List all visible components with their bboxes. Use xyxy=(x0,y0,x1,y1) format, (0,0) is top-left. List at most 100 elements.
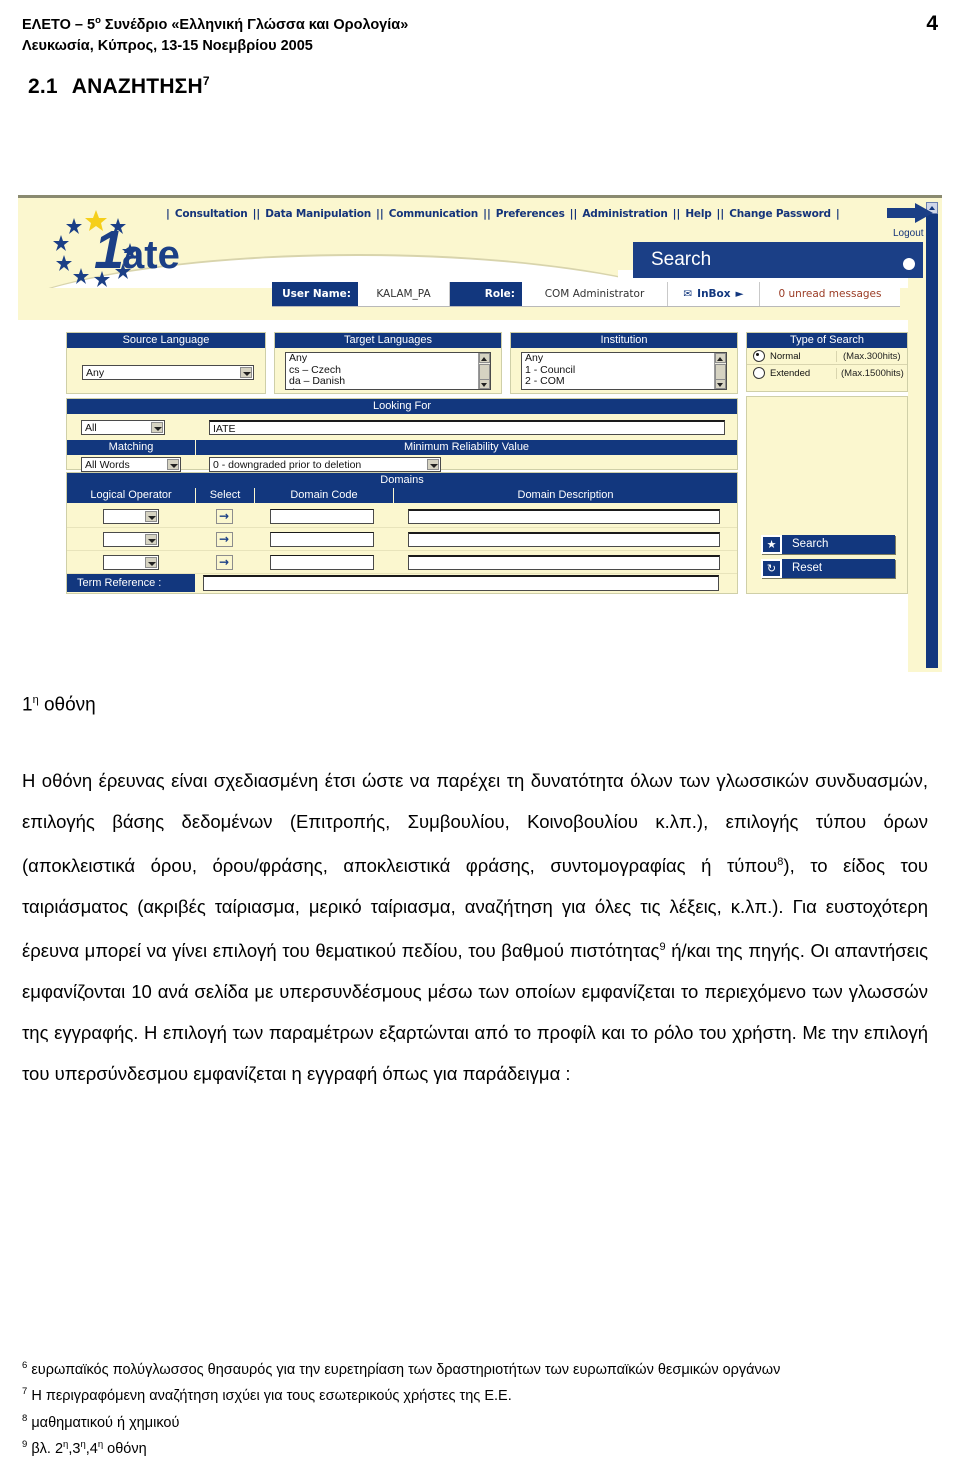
listbox-scrollbar[interactable] xyxy=(478,353,490,389)
domain-operator-select[interactable] xyxy=(103,508,159,524)
chevron-down-icon[interactable] xyxy=(145,510,157,522)
domain-code-input[interactable] xyxy=(270,508,374,524)
footnote-text-6: ευρωπαϊκός πολύγλωσσος θησαυρός για την … xyxy=(31,1361,781,1378)
domain-description-input[interactable] xyxy=(408,508,720,524)
iate-search-screen-screenshot: 1 ate | Consultation | | Data Manipulati… xyxy=(18,195,942,672)
domains-col-select: Select xyxy=(196,488,255,503)
action-panel: ★ Search ↻ Reset xyxy=(746,396,908,594)
matching-select[interactable]: All Words xyxy=(81,457,181,472)
search-type-extended-label: Extended xyxy=(770,367,811,379)
arrow-right-icon[interactable]: → xyxy=(215,508,233,524)
page-title: Search xyxy=(651,249,712,270)
domain-code-input[interactable] xyxy=(270,531,374,547)
institution-panel: Institution Any 1 - Council 2 - COM 3 - … xyxy=(510,332,738,394)
looking-for-scope-select[interactable]: All xyxy=(81,420,165,435)
domain-description-cell xyxy=(391,554,737,570)
footnote-7: 7 Η περιγραφόμενη αναζήτηση ισχύει για τ… xyxy=(22,1381,928,1407)
header-line-1: ΕΛΕΤΟ – 5ο Συνέδριο «Ελληνική Γλώσσα και… xyxy=(22,10,938,36)
domain-description-cell xyxy=(391,531,737,547)
scrollbar-track[interactable] xyxy=(926,214,938,668)
matching-reliability-header-row: Matching Minimum Reliability Value xyxy=(67,440,737,455)
domain-description-input[interactable] xyxy=(408,554,720,570)
domains-column-headers: Logical Operator Select Domain Code Doma… xyxy=(67,488,737,503)
document-running-header: ΕΛΕΤΟ – 5ο Συνέδριο «Ελληνική Γλώσσα και… xyxy=(22,10,938,56)
inbox-label: InBox xyxy=(697,288,731,300)
footnotes-section: 6 ευρωπαϊκός πολύγλωσσος θησαυρός για τη… xyxy=(22,1355,928,1460)
list-item[interactable]: 2 - COM xyxy=(522,375,726,388)
window-vertical-scrollbar[interactable] xyxy=(924,202,938,668)
looking-for-query-input[interactable]: IATE xyxy=(209,420,725,435)
search-button[interactable]: ★ Search xyxy=(761,535,895,554)
list-item[interactable]: 3 - EP xyxy=(522,387,726,389)
role-label: Role: xyxy=(450,282,522,306)
search-button-label: Search xyxy=(782,535,895,554)
arrow-right-icon[interactable]: → xyxy=(215,554,233,570)
domain-code-input[interactable] xyxy=(270,554,374,570)
domains-col-logical-operator: Logical Operator xyxy=(67,488,196,503)
caption-number: 1 xyxy=(22,694,33,716)
chevron-down-icon[interactable] xyxy=(145,556,157,568)
footnote-text-7: Η περιγραφόμενη αναζήτηση ισχύει για του… xyxy=(31,1388,512,1405)
reset-button-label: Reset xyxy=(782,559,895,578)
reset-button[interactable]: ↻ Reset xyxy=(761,559,895,578)
list-item[interactable]: Any xyxy=(286,353,490,365)
institution-listbox[interactable]: Any 1 - Council 2 - COM 3 - EP xyxy=(521,352,727,390)
domain-operator-select[interactable] xyxy=(103,554,159,570)
inbox-icon: ✉ xyxy=(683,288,693,300)
looking-for-header: Looking For xyxy=(67,399,737,414)
role-value: COM Administrator xyxy=(522,282,668,306)
scroll-thumb[interactable] xyxy=(715,364,726,380)
menu-item-preferences[interactable]: Preferences xyxy=(491,208,570,220)
chevron-down-icon[interactable] xyxy=(151,422,163,433)
arrow-right-icon[interactable]: → xyxy=(215,531,233,547)
matching-value: All Words xyxy=(85,459,130,471)
chevron-down-icon[interactable] xyxy=(167,459,179,470)
search-type-extended-row[interactable]: Extended (Max.1500hits) xyxy=(747,365,907,381)
reset-icon: ↻ xyxy=(761,559,782,578)
scroll-up-icon[interactable] xyxy=(479,353,490,363)
chevron-down-icon[interactable] xyxy=(240,367,252,378)
radio-normal[interactable] xyxy=(753,350,765,362)
logout-button[interactable]: Logout xyxy=(885,202,942,244)
type-of-search-panel: Type of Search Normal (Max.300hits) Exte… xyxy=(746,332,908,392)
footnote-9-ordinal-1: η xyxy=(63,1438,69,1450)
list-item[interactable]: de – German xyxy=(286,387,490,389)
menu-item-administration[interactable]: Administration xyxy=(577,208,672,220)
term-reference-input[interactable] xyxy=(203,575,719,591)
body-part-3: ή/και της πηγής. Οι απαντήσεις εμφανίζον… xyxy=(22,940,928,1085)
listbox-scrollbar[interactable] xyxy=(714,353,726,389)
source-language-select[interactable]: Any xyxy=(82,365,254,380)
radio-extended[interactable] xyxy=(753,367,765,379)
inbox-arrow-icon: ► xyxy=(735,288,744,300)
scroll-thumb[interactable] xyxy=(479,364,490,380)
domain-operator-select[interactable] xyxy=(103,531,159,547)
footnote-9: 9 βλ. 2η,3η,4η οθόνη xyxy=(22,1438,147,1457)
menu-item-data-manipulation[interactable]: Data Manipulation xyxy=(260,208,376,220)
domain-operator-cell xyxy=(67,554,195,570)
menu-item-change-password[interactable]: Change Password xyxy=(724,208,836,220)
search-type-normal-row[interactable]: Normal (Max.300hits) xyxy=(747,348,907,365)
domain-operator-cell xyxy=(67,508,195,524)
search-type-normal-hits: (Max.300hits) xyxy=(836,350,901,362)
chevron-down-icon[interactable] xyxy=(145,533,157,545)
svg-text:ate: ate xyxy=(122,233,180,277)
target-languages-listbox[interactable]: Any cs – Czech da – Danish de – German xyxy=(285,352,491,390)
reliability-select[interactable]: 0 - downgraded prior to deletion xyxy=(209,457,441,472)
header-line1-prefix: ΕΛΕΤΟ – 5 xyxy=(22,16,96,33)
scroll-down-icon[interactable] xyxy=(479,379,490,389)
list-item[interactable]: Any xyxy=(522,353,726,365)
footnote-6: 6 ευρωπαϊκός πολύγλωσσος θησαυρός για τη… xyxy=(22,1355,928,1381)
scroll-up-icon[interactable] xyxy=(715,353,726,363)
section-heading: 2.1 ΑΝΑΖΗΤΗΣΗ7 xyxy=(28,74,210,99)
menu-item-help[interactable]: Help xyxy=(680,208,716,220)
list-item[interactable]: da – Danish xyxy=(286,375,490,388)
domains-rows: → → → xyxy=(67,505,737,574)
domain-description-input[interactable] xyxy=(408,531,720,547)
menu-item-consultation[interactable]: Consultation xyxy=(170,208,253,220)
main-menu-bar[interactable]: | Consultation | | Data Manipulation | |… xyxy=(166,208,906,220)
menu-item-communication[interactable]: Communication xyxy=(384,208,483,220)
chevron-down-icon[interactable] xyxy=(427,459,439,470)
inbox-link[interactable]: ✉ InBox ► xyxy=(668,282,760,306)
footnote-marker-6: 6 xyxy=(22,1360,28,1371)
scroll-down-icon[interactable] xyxy=(715,379,726,389)
